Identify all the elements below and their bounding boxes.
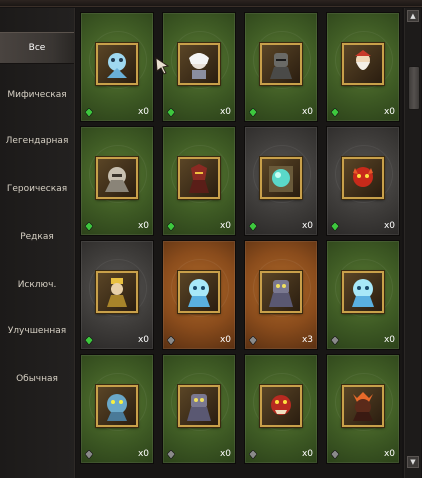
hero-card[interactable]: x0 <box>162 354 236 464</box>
fire-demon-icon <box>353 392 373 421</box>
crystal-orb-icon <box>269 166 293 192</box>
hero-portrait <box>260 43 302 85</box>
scroll-up-button[interactable]: ▲ <box>407 10 419 22</box>
hero-card[interactable]: x0 <box>162 126 236 236</box>
hero-portrait <box>96 157 138 199</box>
bearded-sage-icon <box>355 50 371 70</box>
card-count: x0 <box>383 449 395 459</box>
red-ogre-icon <box>271 395 291 415</box>
category-mythic[interactable]: Мифическая <box>0 80 74 110</box>
white-haired-hero-icon <box>189 53 209 79</box>
gem-icon <box>331 336 339 345</box>
frost-beast-icon <box>188 279 210 307</box>
card-count: x0 <box>137 221 149 231</box>
gem-icon <box>167 450 175 459</box>
category-heroic[interactable]: Героическая <box>0 174 74 204</box>
hero-portrait <box>342 43 384 85</box>
category-common[interactable]: Обычная <box>0 364 74 394</box>
hero-portrait <box>96 271 138 313</box>
gem-icon <box>85 450 93 459</box>
window-top-bar <box>0 0 422 7</box>
gem-icon <box>249 108 257 117</box>
card-count: x0 <box>219 221 231 231</box>
rock-golem-icon <box>187 394 211 421</box>
scroll-thumb[interactable] <box>408 66 420 110</box>
gem-icon <box>85 336 93 345</box>
card-count: x0 <box>137 449 149 459</box>
card-count: x0 <box>219 107 231 117</box>
category-rare[interactable]: Редкая <box>0 222 74 252</box>
hero-card[interactable]: x0 <box>80 12 154 122</box>
hero-card[interactable]: x0 <box>162 240 236 350</box>
hero-portrait <box>178 157 220 199</box>
hero-card[interactable]: x0 <box>244 12 318 122</box>
blue-troll-icon <box>107 394 127 421</box>
hero-card[interactable]: x0 <box>244 126 318 236</box>
fire-imp-icon <box>353 167 373 187</box>
hero-card[interactable]: x0 <box>326 12 400 122</box>
armored-knight-icon <box>270 53 292 79</box>
hero-portrait <box>260 385 302 427</box>
vertical-scrollbar[interactable]: ▲ ▼ <box>404 8 421 478</box>
card-count: x0 <box>383 335 395 345</box>
hero-card[interactable]: x0 <box>244 354 318 464</box>
card-count: x0 <box>137 107 149 117</box>
gem-icon <box>331 222 339 231</box>
category-legendary[interactable]: Легендарная <box>0 126 74 156</box>
card-count: x0 <box>301 107 313 117</box>
stone-colossus-icon <box>105 167 129 192</box>
mouse-cursor-icon <box>155 57 170 75</box>
ice-golem-icon <box>107 53 127 78</box>
hero-portrait <box>342 157 384 199</box>
hero-card[interactable]: x0 <box>326 240 400 350</box>
hero-card[interactable]: x3 <box>244 240 318 350</box>
hero-portrait <box>96 43 138 85</box>
card-grid: x0 x0 x0 x0 x0 x0 x0 x0 x0 x0 x3 x0 x0 x0 x0 x0 <box>76 8 402 478</box>
gem-icon <box>167 222 175 231</box>
hero-card[interactable]: x0 <box>326 354 400 464</box>
gem-icon <box>249 336 257 345</box>
card-count: x0 <box>219 449 231 459</box>
category-exclusive[interactable]: Исключ. <box>0 270 74 300</box>
gem-icon <box>167 108 175 117</box>
scroll-down-button[interactable]: ▼ <box>407 456 419 468</box>
hero-card[interactable]: x0 <box>326 126 400 236</box>
hero-card[interactable]: x0 <box>80 126 154 236</box>
golden-king-icon <box>107 278 127 307</box>
gem-icon <box>331 450 339 459</box>
gem-icon <box>85 222 93 231</box>
gem-icon <box>167 336 175 345</box>
category-all[interactable]: Все <box>0 32 74 64</box>
hero-portrait <box>260 271 302 313</box>
card-count: x3 <box>301 335 313 345</box>
frost-beast-icon <box>352 279 374 307</box>
category-sidebar: Все Мифическая Легендарная Героическая Р… <box>0 8 75 478</box>
hero-portrait <box>342 271 384 313</box>
gem-icon <box>331 108 339 117</box>
hero-portrait <box>260 157 302 199</box>
card-count: x0 <box>383 221 395 231</box>
hero-card[interactable]: x0 <box>80 240 154 350</box>
category-improved[interactable]: Улучшенная <box>0 316 74 346</box>
card-count: x0 <box>219 335 231 345</box>
hero-portrait <box>178 271 220 313</box>
gem-icon <box>85 108 93 117</box>
hero-portrait <box>178 43 220 85</box>
hero-portrait <box>96 385 138 427</box>
hero-portrait <box>178 385 220 427</box>
red-demon-knight-icon <box>189 164 209 193</box>
hero-portrait <box>342 385 384 427</box>
hero-card[interactable]: x0 <box>80 354 154 464</box>
card-count: x0 <box>137 335 149 345</box>
gem-icon <box>249 222 257 231</box>
card-count: x0 <box>301 449 313 459</box>
card-count: x0 <box>301 221 313 231</box>
rock-golem-icon <box>269 280 293 307</box>
card-count: x0 <box>383 107 395 117</box>
gem-icon <box>249 450 257 459</box>
